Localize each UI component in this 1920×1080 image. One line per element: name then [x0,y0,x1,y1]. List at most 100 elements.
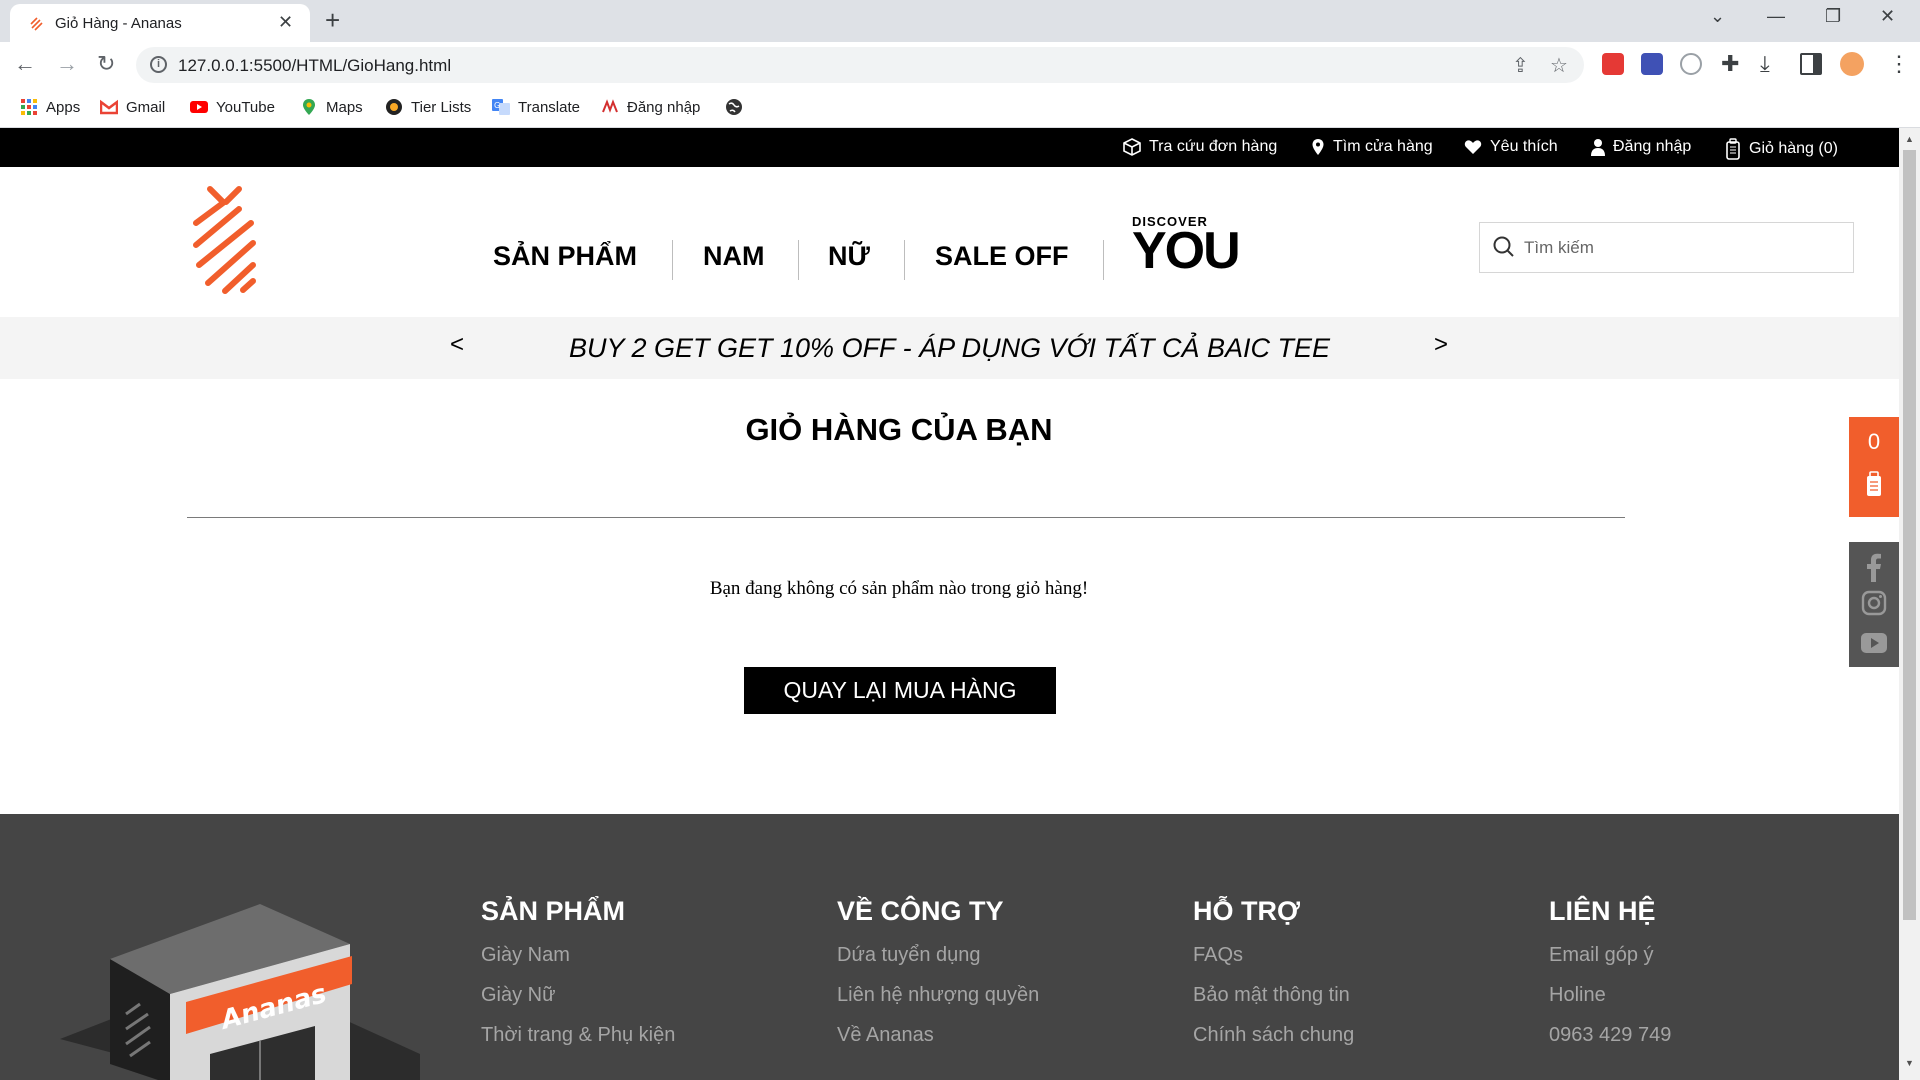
order-lookup-link[interactable]: Tra cứu đơn hàng [1123,138,1277,156]
footer-link-email-feedback[interactable]: Email góp ý [1549,944,1671,967]
back-icon[interactable]: ← [14,51,36,77]
footer-col-title: SẢN PHẨM [481,896,626,926]
bookmark-label: Apps [46,98,81,116]
bookmark-label: Translate [518,98,580,116]
bookmark-label: Maps [326,98,363,116]
maps-pin-icon [303,99,315,115]
scrollbar-thumb[interactable] [1903,150,1916,920]
download-icon[interactable]: ⤓ [1760,51,1770,77]
site-info-icon[interactable]: i [150,56,167,73]
bookmark-login[interactable]: Đăng nhập [601,98,700,116]
order-lookup-label: Tra cứu đơn hàng [1149,138,1278,155]
bookmark-apps[interactable]: Apps [20,98,80,116]
top-utility-bar: Tra cứu đơn hàng Tìm cửa hàng Yêu thích … [0,128,1899,167]
cart-label: Giỏ hàng (0) [1749,140,1838,157]
favorites-link[interactable]: Yêu thích [1464,138,1558,156]
minimize-icon[interactable]: — [1767,6,1785,27]
nav-sale-off[interactable]: SALE OFF [935,241,1069,272]
bookmark-globe[interactable] [725,98,743,116]
nav-separator [672,240,673,280]
footer-col-contact: LIÊN HỆ Email góp ý Holine 0963 429 749 [1549,896,1671,1064]
footer-link-policy[interactable]: Chính sách chung [1193,1024,1354,1047]
apps-grid-icon [21,99,37,115]
footer-link-franchise[interactable]: Liên hệ nhượng quyền [837,984,1039,1007]
find-store-link[interactable]: Tìm cửa hàng [1311,138,1433,156]
bookmark-label: Gmail [126,98,166,116]
share-icon[interactable]: ⇪ [1512,53,1529,78]
footer-col-support: HỖ TRỢ FAQs Bảo mật thông tin Chính sách… [1193,896,1354,1064]
extension-compass-icon[interactable] [1680,53,1702,75]
nav-men[interactable]: NAM [703,241,765,272]
footer-link-privacy[interactable]: Bảo mật thông tin [1193,984,1354,1007]
footer-link-about[interactable]: Về Ananas [837,1024,1039,1047]
bookmark-maps[interactable]: Maps [300,98,363,116]
ananas-logo[interactable] [193,185,257,295]
footer-col-title: VỀ CÔNG TY [837,896,1004,926]
tab-close-icon[interactable]: ✕ [278,12,293,33]
footer-link-hotline[interactable]: Holine [1549,984,1671,1007]
address-bar[interactable]: i 127.0.0.1:5500/HTML/GioHang.html ⇪ ☆ [136,47,1584,83]
site-footer: Ananas SẢN PHẨM Giày Nam Giày Nữ Thời tr… [0,814,1899,1080]
discover-you-logo[interactable]: DISCOVER YOU [1132,214,1241,277]
url-text: 127.0.0.1:5500/HTML/GioHang.html [178,56,452,75]
extensions-puzzle-icon[interactable]: ✚ [1721,51,1739,77]
facebook-icon[interactable] [1864,552,1884,582]
scroll-down-arrow-icon[interactable]: ▼ [1905,1058,1914,1068]
box-icon [1123,138,1141,156]
favorites-label: Yêu thích [1490,138,1558,155]
svg-text:G: G [494,101,500,110]
profile-avatar[interactable] [1840,52,1864,76]
scroll-up-arrow-icon[interactable]: ▲ [1905,134,1914,144]
footer-link-careers[interactable]: Dứa tuyển dụng [837,944,1039,967]
page-scrollbar[interactable]: ▲ ▼ [1899,128,1920,1080]
forward-icon[interactable]: → [56,51,78,77]
bookmark-label: Đăng nhập [627,98,701,116]
youtube-icon[interactable] [1860,632,1888,654]
window-close-icon[interactable]: ✕ [1880,6,1895,27]
bookmark-translate[interactable]: G Translate [492,98,580,116]
promo-text: BUY 2 GET GET 10% OFF - ÁP DỤNG VỚI TẤT … [568,333,1331,363]
bookmark-youtube[interactable]: YouTube [190,98,275,116]
cart-divider [187,517,1625,518]
cart-link[interactable]: Giỏ hàng (0) [1725,138,1838,160]
footer-link-faqs[interactable]: FAQs [1193,944,1354,967]
promo-prev-arrow[interactable]: < [450,331,464,359]
tier-lists-icon [386,99,402,115]
footer-link-men-shoes[interactable]: Giày Nam [481,944,675,967]
store-illustration: Ananas [60,904,420,1080]
footer-link-women-shoes[interactable]: Giày Nữ [481,984,675,1007]
floating-cart[interactable]: 0 [1849,417,1899,517]
restore-icon[interactable]: ❐ [1825,6,1841,27]
side-panel-icon[interactable] [1800,53,1822,75]
tab-search-icon[interactable]: ⌄ [1710,6,1725,27]
extension-red-icon[interactable] [1602,53,1624,75]
reload-icon[interactable]: ↻ [97,51,115,77]
bookmark-label: Tier Lists [411,98,472,116]
nav-separator [904,240,905,280]
floating-social-bar [1849,542,1899,667]
login-link[interactable]: Đăng nhập [1591,138,1691,156]
find-store-label: Tìm cửa hàng [1333,138,1433,155]
nav-products[interactable]: SẢN PHẨM [493,241,637,272]
footer-col-products: SẢN PHẨM Giày Nam Giày Nữ Thời trang & P… [481,896,675,1064]
nav-separator [1103,240,1104,280]
cart-bag-icon [1867,471,1881,496]
instagram-icon[interactable] [1861,590,1887,616]
bookmark-gmail[interactable]: Gmail [100,98,165,116]
continue-shopping-button[interactable]: QUAY LẠI MUA HÀNG [744,667,1056,714]
floating-cart-count: 0 [1867,429,1881,454]
browser-menu-icon[interactable]: ⋮ [1888,51,1910,77]
bookmark-star-icon[interactable]: ☆ [1550,53,1568,78]
footer-phone-number[interactable]: 0963 429 749 [1549,1024,1671,1047]
user-icon [1591,139,1605,156]
bookmark-tier-lists[interactable]: Tier Lists [385,98,471,116]
browser-tab[interactable]: Giỏ Hàng - Ananas ✕ [10,4,310,42]
search-box[interactable] [1479,222,1854,273]
extension-color-icon[interactable] [1641,53,1663,75]
footer-link-fashion-accessories[interactable]: Thời trang & Phụ kiện [481,1024,675,1047]
promo-next-arrow[interactable]: > [1434,331,1448,359]
heart-icon [1464,140,1482,154]
nav-women[interactable]: NỮ [828,241,870,272]
new-tab-icon[interactable]: + [325,5,340,36]
search-input[interactable] [1524,235,1824,261]
